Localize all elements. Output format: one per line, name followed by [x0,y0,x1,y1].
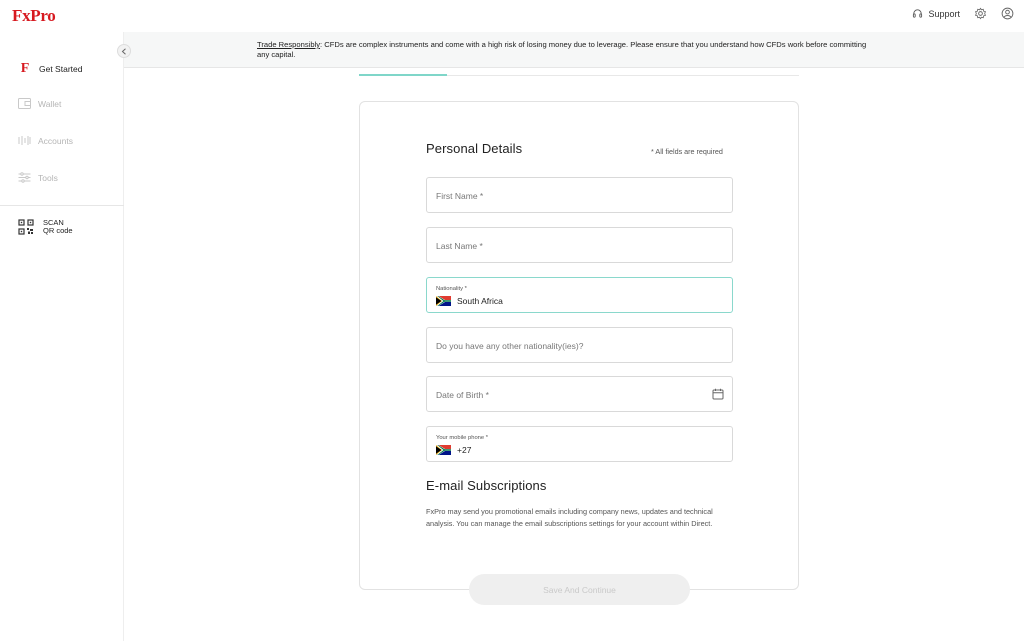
fxpro-logo[interactable]: FxPro [12,6,56,26]
gear-icon[interactable] [974,7,987,20]
trade-responsibly-link[interactable]: Trade Responsibly [257,40,320,49]
fxpro-f-icon: F [20,61,30,76]
scan-qr-code[interactable]: SCAN QR code [18,219,73,235]
risk-warning-body: : CFDs are complex instruments and come … [257,40,867,59]
qr-code-icon [18,219,34,235]
sidebar-item-label: Wallet [38,98,62,109]
email-subscriptions-text: FxPro may send you promotional emails in… [426,507,713,528]
risk-warning-banner: Trade Responsibly: CFDs are complex inst… [124,32,1024,68]
sidebar-item-tools[interactable]: Tools [18,172,58,183]
other-nationality-field[interactable]: Do you have any other nationality(ies)? [426,327,733,363]
support-label: Support [928,8,960,19]
collapse-sidebar-button[interactable] [117,44,131,58]
nationality-value: South Africa [457,296,503,306]
date-of-birth-field[interactable]: Date of Birth * [426,376,733,412]
last-name-field[interactable]: Last Name * [426,227,733,263]
sidebar-item-accounts[interactable]: Accounts [18,135,73,146]
mobile-phone-field[interactable]: Your mobile phone * +27 [426,426,733,462]
south-africa-flag-icon[interactable] [436,445,451,455]
accounts-icon [18,135,31,146]
sidebar-item-wallet[interactable]: Wallet [18,98,61,109]
sidebar-item-label: Tools [38,172,58,183]
last-name-placeholder: Last Name * [436,241,483,251]
mobile-phone-label: Your mobile phone * [436,435,488,441]
south-africa-flag-icon [436,296,451,306]
required-fields-note: * All fields are required [651,147,723,156]
nationality-label: Nationality * [436,286,467,292]
save-and-continue-button[interactable]: Save And Continue [469,574,690,605]
nationality-select[interactable]: Nationality * South Africa [426,277,733,313]
calendar-icon[interactable] [712,388,724,400]
user-circle-icon[interactable] [1001,7,1014,20]
email-subscriptions-title: E-mail Subscriptions [426,478,547,493]
personal-details-title: Personal Details [426,141,523,156]
phone-prefix-value: +27 [457,445,472,455]
chevron-left-icon [121,47,127,55]
sidebar-item-label: Get Started [39,64,83,74]
qr-code-label: QR code [43,226,73,235]
sidebar-item-get-started[interactable]: F Get Started [18,61,83,77]
progress-fill [359,74,447,76]
risk-warning-text: Trade Responsibly: CFDs are complex inst… [257,40,877,60]
top-bar: FxPro Support [0,0,1024,32]
sidebar: F Get Started Wallet Accounts Tools SCAN… [0,32,124,641]
top-right-actions: Support [912,7,1014,20]
first-name-field[interactable]: First Name * [426,177,733,213]
sidebar-divider [0,205,124,206]
headset-icon [912,8,923,19]
tools-icon [18,172,31,183]
other-nationality-placeholder: Do you have any other nationality(ies)? [436,341,584,351]
date-of-birth-placeholder: Date of Birth * [436,390,489,400]
support-link[interactable]: Support [912,8,960,19]
first-name-placeholder: First Name * [436,191,484,201]
sidebar-item-label: Accounts [38,135,73,146]
wallet-icon [18,98,31,109]
